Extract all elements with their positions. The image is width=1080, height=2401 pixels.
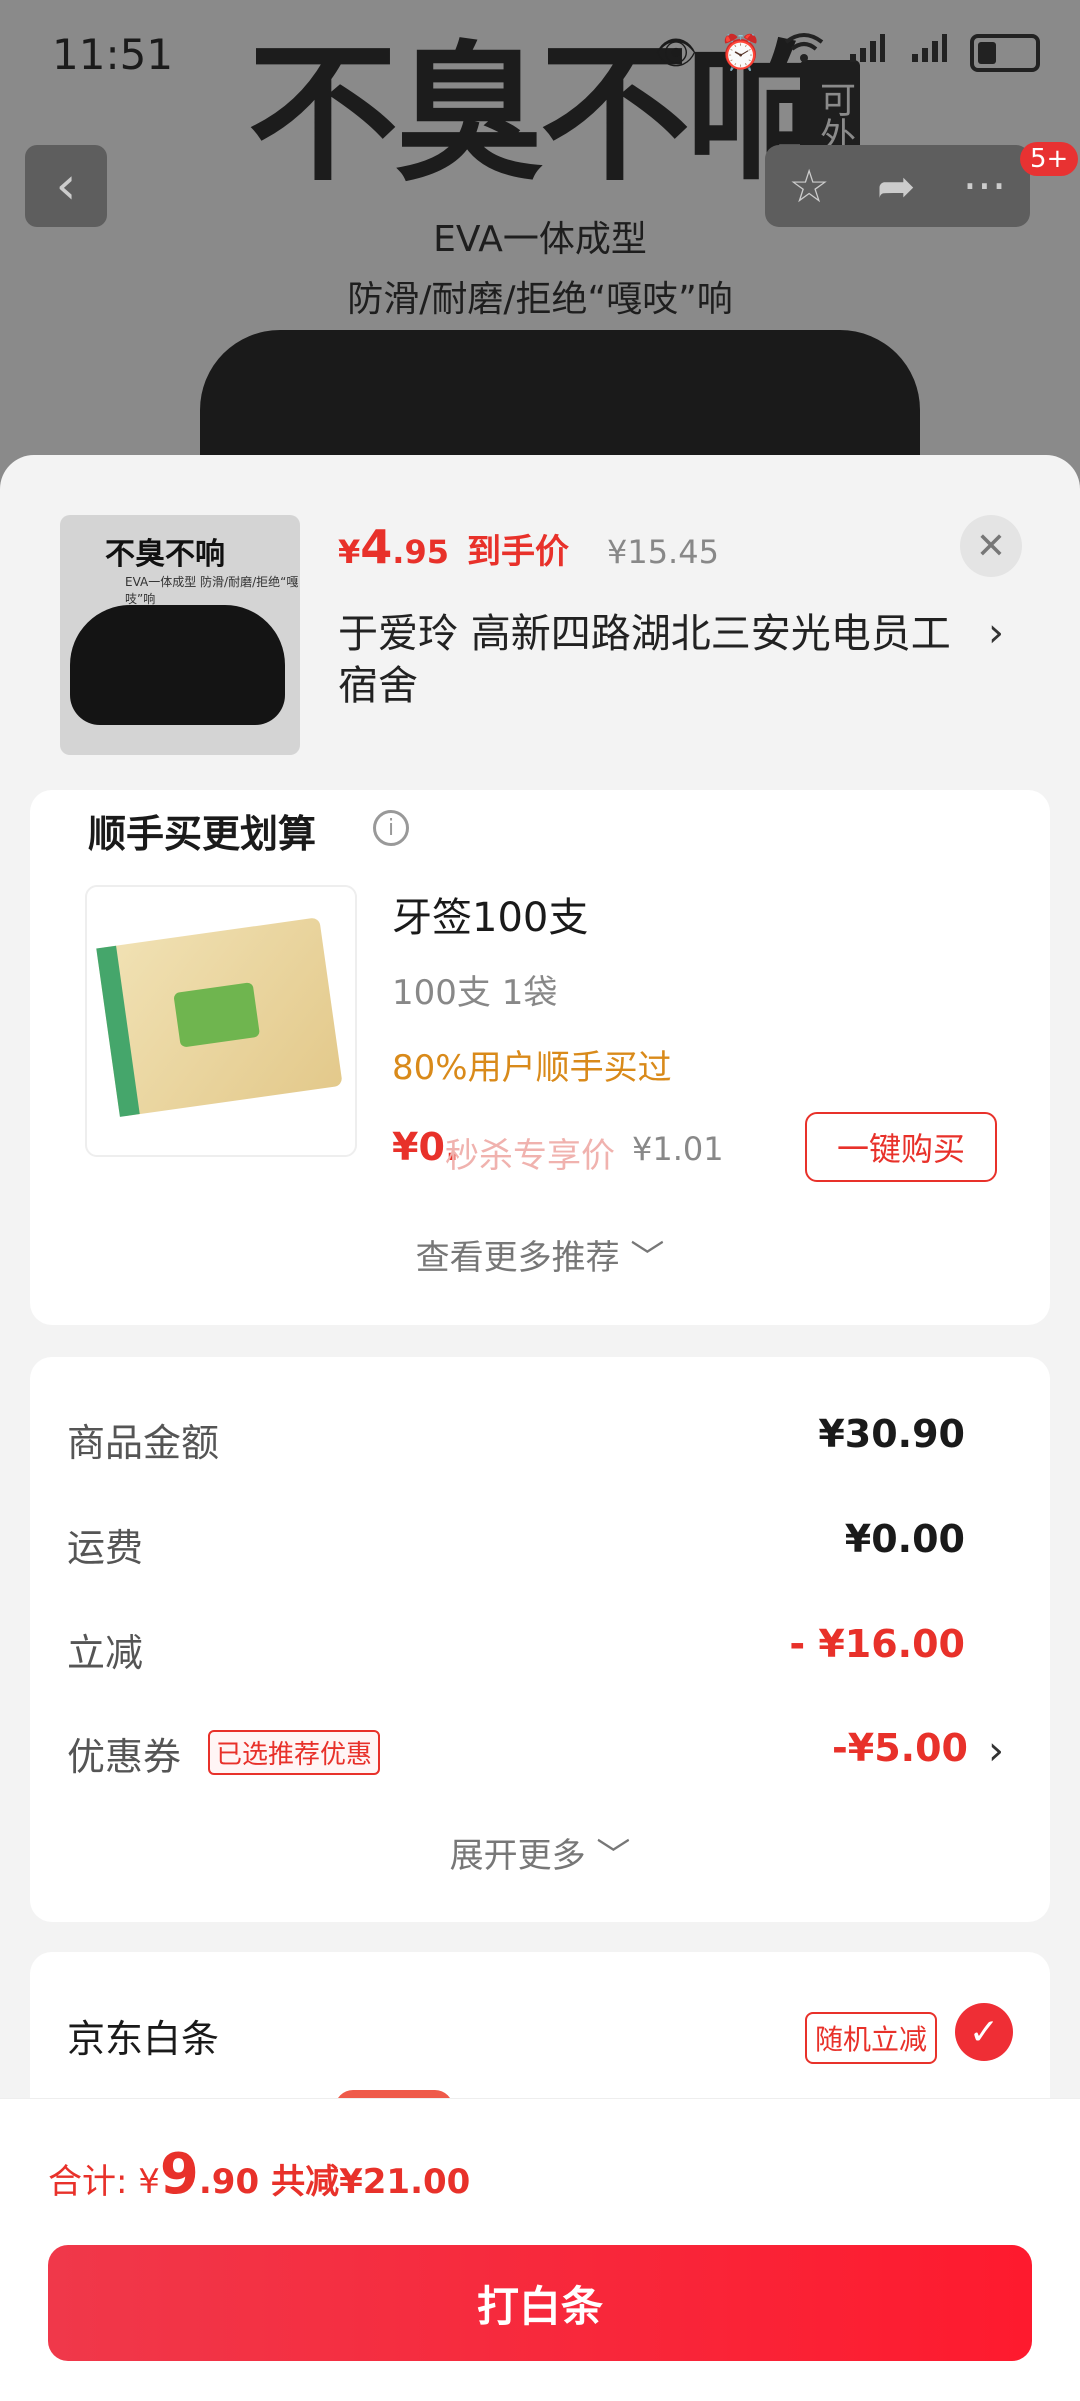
share-icon[interactable]: ➦ bbox=[877, 159, 916, 213]
expand-more-link[interactable]: 展开更多 ﹀ bbox=[0, 1828, 1080, 1877]
close-icon: ✕ bbox=[975, 525, 1007, 567]
summary-label-shipping: 运费 bbox=[67, 1526, 144, 1570]
summary-label-discount: 立减 bbox=[67, 1631, 144, 1675]
status-bar: 11:51 👁 ⏰ bbox=[0, 0, 1080, 110]
chevron-right-icon[interactable]: › bbox=[988, 610, 1004, 656]
status-time: 11:51 bbox=[52, 30, 174, 79]
battery-icon bbox=[970, 33, 1040, 72]
eye-icon: 👁 bbox=[654, 32, 698, 73]
favorite-star-icon[interactable]: ☆ bbox=[789, 159, 830, 213]
total-saved: 共减¥21.00 bbox=[271, 2162, 471, 2202]
random-discount-badge: 随机立减 bbox=[805, 2012, 938, 2064]
total-prefix: 合计: ¥ bbox=[48, 2162, 160, 2202]
summary-label-coupon[interactable]: 优惠券 bbox=[67, 1726, 181, 1781]
summary-value-goods: ¥30.90 bbox=[818, 1412, 965, 1456]
chevron-left-icon: ‹ bbox=[55, 156, 77, 216]
product-thumbnail: 不臭不响 EVA一体成型 防滑/耐磨/拒绝“嘎吱”响 bbox=[60, 515, 300, 755]
summary-label-goods: 商品金额 bbox=[67, 1421, 220, 1465]
pay-with-baitiao-button[interactable]: 打白条 bbox=[48, 2245, 1032, 2361]
more-recommendations-link[interactable]: 查看更多推荐 ﹀ bbox=[0, 1230, 1080, 1279]
back-button[interactable]: ‹ bbox=[25, 145, 107, 227]
original-price: ¥15.45 bbox=[606, 533, 719, 571]
total-integer: 9 bbox=[159, 2142, 199, 2207]
signal-4g-icon bbox=[846, 32, 886, 73]
top-actions-bar: ☆ ➦ ··· bbox=[765, 145, 1030, 227]
one-click-buy-button[interactable]: 一键购买 bbox=[805, 1112, 997, 1182]
info-icon[interactable]: i bbox=[373, 810, 409, 846]
wifi-icon bbox=[784, 32, 824, 73]
current-price: ¥4.95 bbox=[338, 520, 449, 574]
recommended-item-spec: 100支 1袋 bbox=[392, 973, 558, 1013]
status-icons: 👁 ⏰ bbox=[654, 32, 1040, 73]
order-total: 合计: ¥9.90 共减¥21.00 bbox=[48, 2142, 470, 2207]
recommended-price-label: 秒杀专享价 bbox=[445, 1136, 615, 1176]
notification-badge: 5+ bbox=[1020, 142, 1079, 176]
signal-4g-icon-2 bbox=[908, 32, 948, 73]
alarm-icon: ⏰ bbox=[719, 32, 762, 73]
coupon-chevron-right-icon[interactable]: › bbox=[988, 1728, 1004, 1774]
thumb-slipper bbox=[70, 605, 285, 725]
banner-line-2: 防滑/耐磨/拒绝“嘎吱”响 bbox=[347, 279, 733, 320]
shipping-address[interactable]: 于爱玲 高新四路湖北三安光电员工宿舍 bbox=[338, 608, 968, 712]
toothpick-image[interactable] bbox=[85, 885, 357, 1157]
close-button[interactable]: ✕ bbox=[960, 515, 1022, 577]
price-row: ¥4.95 到手价 ¥15.45 bbox=[338, 520, 719, 574]
recommendation-header: 顺手买更划算 bbox=[88, 812, 317, 856]
thumb-subtitle: EVA一体成型 防滑/耐磨/拒绝“嘎吱”响 bbox=[125, 575, 299, 606]
more-icon[interactable]: ··· bbox=[963, 159, 1007, 213]
recommended-item-name[interactable]: 牙签100支 bbox=[392, 885, 588, 943]
toothpick-pack bbox=[96, 917, 343, 1117]
summary-value-discount: - ¥16.00 bbox=[789, 1622, 965, 1666]
chevron-down-icon: ﹀ bbox=[630, 1238, 665, 1278]
summary-value-shipping: ¥0.00 bbox=[844, 1517, 965, 1561]
chevron-down-icon: ﹀ bbox=[596, 1836, 631, 1876]
thumb-title: 不臭不响 bbox=[105, 537, 225, 572]
recommended-original-price: ¥1.01 bbox=[632, 1130, 724, 1168]
summary-value-coupon[interactable]: -¥5.00 bbox=[832, 1726, 968, 1770]
checkmark-icon[interactable]: ✓ bbox=[955, 2003, 1013, 2061]
payment-method-label[interactable]: 京东白条 bbox=[67, 2008, 219, 2063]
recommended-bought-rate: 80%用户顺手买过 bbox=[392, 1048, 672, 1088]
coupon-selected-badge: 已选推荐优惠 bbox=[208, 1730, 381, 1775]
price-label: 到手价 bbox=[466, 532, 569, 572]
total-decimal: .90 bbox=[198, 2162, 260, 2202]
